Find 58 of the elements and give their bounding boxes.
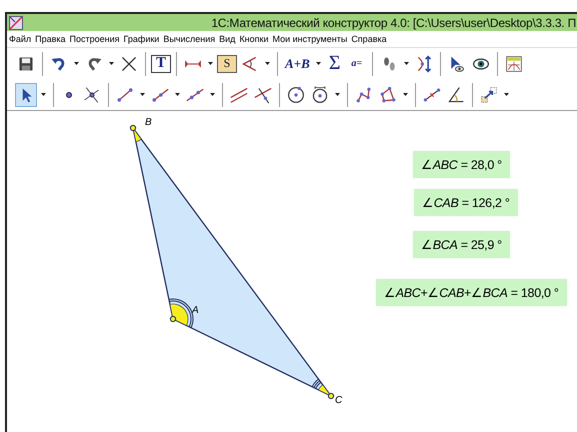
menu-item[interactable]: Построения — [70, 34, 120, 44]
segment-icon — [116, 86, 134, 104]
graph-window-icon — [504, 54, 523, 72]
transform-icon — [480, 86, 498, 104]
caret-icon[interactable] — [208, 62, 213, 66]
polygon-icon — [379, 86, 397, 104]
menu-item[interactable]: Вид — [219, 34, 236, 44]
caret-icon[interactable] — [175, 92, 180, 96]
point[interactable] — [328, 392, 334, 400]
window-title: 1С:Математический конструктор 4.0: [C:\Users\user\Desktop\3.3.3. П — [211, 16, 577, 30]
point[interactable] — [170, 316, 176, 322]
caret-icon[interactable] — [41, 92, 46, 96]
caret-icon[interactable] — [504, 92, 509, 96]
menu-item[interactable]: Вычисления — [163, 34, 216, 44]
circle-icon — [287, 86, 305, 104]
caret-icon[interactable] — [404, 62, 409, 66]
angle-measurement: ∠BCA = 25,9 ° — [413, 231, 510, 258]
midpoint-icon — [423, 86, 441, 104]
angle-sector — [132, 128, 142, 142]
expression-button[interactable]: A+B — [283, 52, 312, 76]
caret-icon[interactable] — [109, 62, 114, 66]
point-label: B — [145, 117, 152, 128]
polyline-icon — [355, 86, 373, 104]
angle-measurement: ∠CAB = 126,2 ° — [414, 189, 518, 216]
menu-item[interactable]: Кнопки — [239, 34, 268, 44]
size-box-button[interactable]: S — [217, 54, 237, 72]
angle-icon — [241, 54, 259, 72]
point-label: C — [335, 395, 342, 406]
angle-measurement: ∠ABC = 28,0 ° — [413, 151, 510, 178]
parallel-lines-icon — [230, 86, 248, 104]
point-label: A — [192, 305, 199, 316]
angle-measurement: ∠ABC+∠CAB+∠BCA = 180,0 ° — [376, 279, 567, 306]
caret-icon[interactable] — [316, 62, 321, 66]
caret-icon[interactable] — [265, 62, 270, 66]
angle-mark — [168, 298, 194, 328]
caret-icon[interactable] — [74, 62, 79, 66]
sum-button[interactable]: Σ — [324, 52, 345, 76]
caret-icon[interactable] — [140, 92, 145, 96]
intersection-icon — [83, 86, 101, 104]
menu-item[interactable]: Файл — [9, 34, 32, 44]
point-icon — [66, 92, 72, 98]
pointer-button[interactable] — [15, 82, 37, 106]
menu-item[interactable]: Правка — [35, 34, 66, 44]
angle-mark-icon — [447, 86, 465, 104]
menu-item[interactable]: Графики — [124, 34, 160, 44]
angle-mark — [312, 378, 332, 396]
caret-icon[interactable] — [210, 92, 215, 96]
circle-radius-icon — [311, 86, 329, 104]
parameter-button[interactable]: a= — [346, 52, 367, 76]
point[interactable] — [130, 124, 136, 132]
caret-icon[interactable] — [335, 92, 340, 96]
menu-item[interactable]: Мои инструменты — [272, 34, 348, 44]
menu-item[interactable]: Справка — [351, 34, 387, 44]
text-tool-button[interactable]: T — [151, 54, 171, 72]
perpendicular-lines-icon — [254, 86, 272, 104]
cross-icon — [120, 54, 138, 72]
caret-icon[interactable] — [403, 92, 408, 96]
app-icon — [9, 16, 23, 30]
